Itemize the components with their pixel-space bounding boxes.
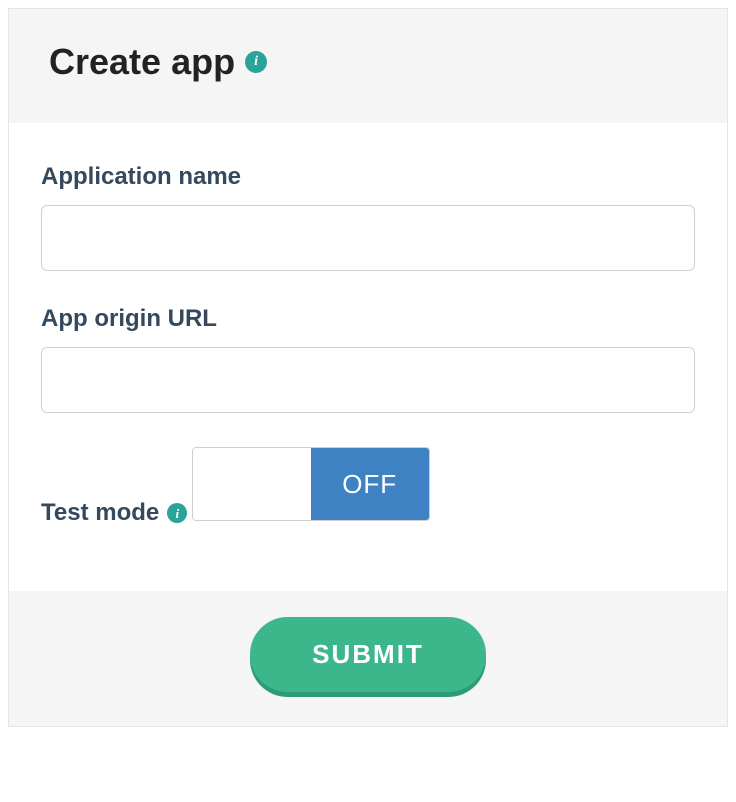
page-title: Create app i (49, 41, 267, 83)
info-icon[interactable]: i (167, 503, 187, 523)
app-origin-input[interactable] (41, 347, 695, 413)
test-mode-label: Test mode i (41, 499, 187, 527)
app-origin-label: App origin URL (41, 305, 217, 333)
toggle-off-side: OFF (311, 448, 429, 520)
card-footer: SUBMIT (9, 591, 727, 726)
form-group-app-name: Application name (41, 163, 695, 271)
test-mode-toggle[interactable]: OFF (192, 447, 430, 521)
card-header: Create app i (9, 9, 727, 123)
card-body: Application name App origin URL Test mod… (9, 123, 727, 591)
submit-button[interactable]: SUBMIT (250, 617, 486, 692)
toggle-on-side (193, 448, 311, 520)
test-mode-label-text: Test mode (41, 499, 159, 527)
info-icon[interactable]: i (245, 51, 267, 73)
app-name-input[interactable] (41, 205, 695, 271)
form-group-test-mode: Test mode i OFF (41, 447, 695, 541)
create-app-card: Create app i Application name App origin… (8, 8, 728, 727)
app-name-label: Application name (41, 163, 241, 191)
form-group-app-origin: App origin URL (41, 305, 695, 413)
page-title-text: Create app (49, 41, 235, 83)
